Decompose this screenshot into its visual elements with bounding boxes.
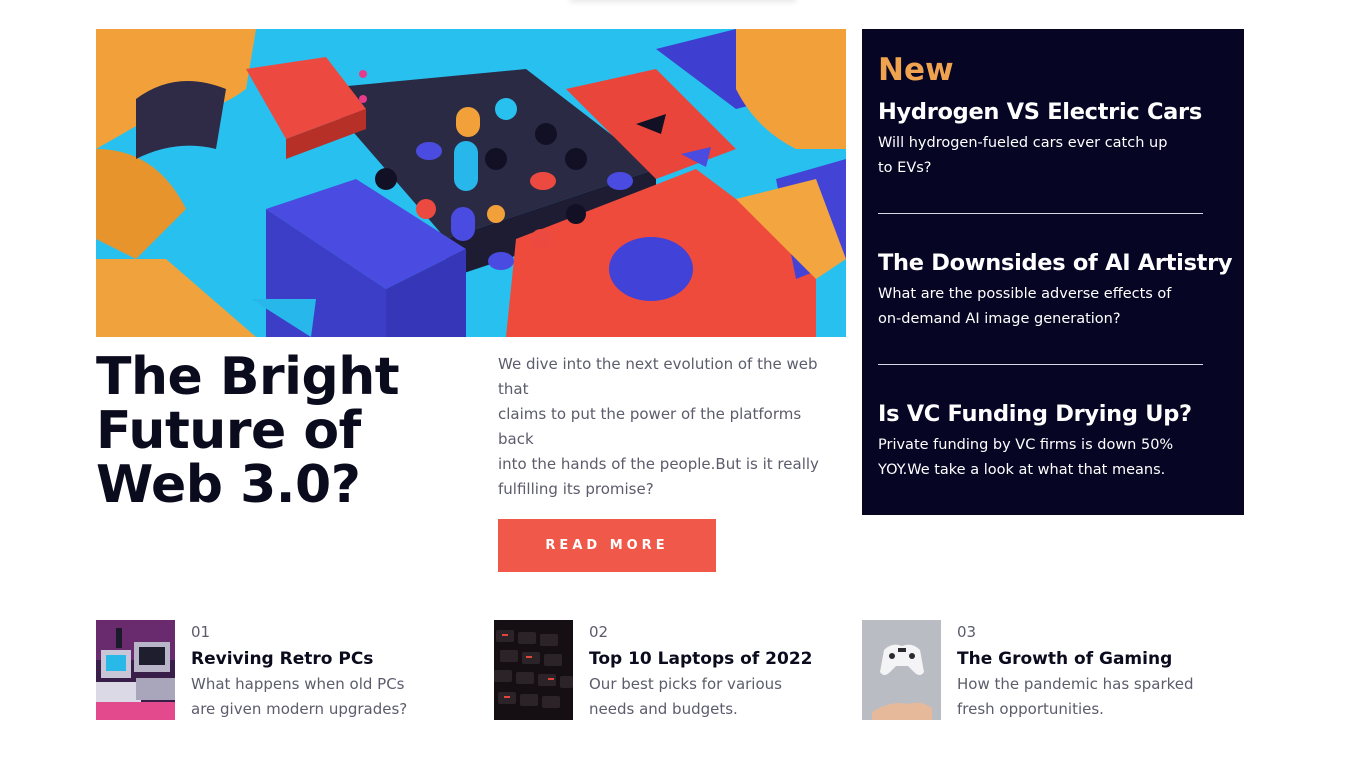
sidebar-article-desc-line: on-demand AI image generation? (878, 311, 1121, 327)
read-more-button[interactable]: READ MORE (498, 519, 716, 572)
card-title[interactable]: Reviving Retro PCs (191, 647, 373, 671)
card-desc-line: needs and budgets. (589, 700, 738, 718)
sidebar-divider (878, 364, 1203, 365)
new-articles-sidebar: New Hydrogen VS Electric Cars Will hydro… (862, 29, 1244, 515)
card-desc-line: How the pandemic has sparked (957, 675, 1194, 693)
card-desc-line: Our best picks for various (589, 675, 782, 693)
game-controller-image[interactable] (862, 620, 941, 720)
sidebar-article-title[interactable]: The Downsides of AI Artistry (878, 248, 1233, 278)
sidebar-article-desc-line: to EVs? (878, 160, 932, 176)
card-number: 03 (957, 623, 977, 641)
sidebar-article-title[interactable]: Is VC Funding Drying Up? (878, 399, 1223, 429)
sidebar-article-desc: Private funding by VC firms is down 50% … (878, 433, 1223, 483)
sidebar-heading: New (878, 52, 954, 88)
sidebar-article-desc: Will hydrogen-fueled cars ever catch up … (878, 131, 1223, 181)
retro-pc-image[interactable] (96, 620, 175, 720)
abstract-3d-blocks-image[interactable] (96, 29, 846, 337)
sidebar-article-desc-line: What are the possible adverse effects of (878, 286, 1172, 302)
featured-card[interactable]: 03 The Growth of Gaming How the pandemic… (862, 620, 1222, 720)
hero-headline-line: Web 3.0? (96, 455, 361, 515)
featured-card[interactable]: 01 Reviving Retro PCs What happens when … (96, 620, 456, 720)
sidebar-article-desc-line: Private funding by VC firms is down 50% (878, 437, 1174, 453)
card-desc-line: fresh opportunities. (957, 700, 1104, 718)
card-number: 01 (191, 623, 211, 641)
card-desc-line: What happens when old PCs (191, 675, 405, 693)
card-desc: Our best picks for various needs and bud… (589, 672, 849, 722)
hero-description-line: into the hands of the people.But is it r… (498, 455, 819, 473)
sidebar-article-desc: What are the possible adverse effects of… (878, 282, 1223, 332)
sidebar-article-title[interactable]: Hydrogen VS Electric Cars (878, 97, 1223, 127)
card-title[interactable]: Top 10 Laptops of 2022 (589, 647, 812, 671)
card-number: 02 (589, 623, 609, 641)
sidebar-article[interactable]: The Downsides of AI Artistry What are th… (878, 248, 1233, 332)
card-desc: How the pandemic has sparked fresh oppor… (957, 672, 1217, 722)
sidebar-divider (878, 213, 1203, 214)
card-desc: What happens when old PCs are given mode… (191, 672, 451, 722)
hero-description-line: fulfilling its promise? (498, 480, 654, 498)
hero-headline-line: Future of (96, 401, 361, 461)
sidebar-article[interactable]: Hydrogen VS Electric Cars Will hydrogen-… (878, 97, 1223, 181)
hero-headline[interactable]: The Bright Future of Web 3.0? (96, 350, 476, 512)
sidebar-article-desc-line: YOY.We take a look at what that means. (878, 462, 1166, 478)
keyboard-image[interactable] (494, 620, 573, 720)
sidebar-article-desc-line: Will hydrogen-fueled cars ever catch up (878, 135, 1168, 151)
hero-description-line: We dive into the next evolution of the w… (498, 355, 818, 373)
card-desc-line: are given modern upgrades? (191, 700, 408, 718)
hero-headline-line: The Bright (96, 347, 400, 407)
hero-description-line: back (498, 430, 534, 448)
featured-card[interactable]: 02 Top 10 Laptops of 2022 Our best picks… (494, 620, 854, 720)
hero-description-line: that (498, 380, 529, 398)
hero-description: We dive into the next evolution of the w… (498, 352, 843, 502)
sidebar-article[interactable]: Is VC Funding Drying Up? Private funding… (878, 399, 1223, 483)
hero-description-line: claims to put the power of the platforms (498, 405, 802, 423)
card-title[interactable]: The Growth of Gaming (957, 647, 1172, 671)
